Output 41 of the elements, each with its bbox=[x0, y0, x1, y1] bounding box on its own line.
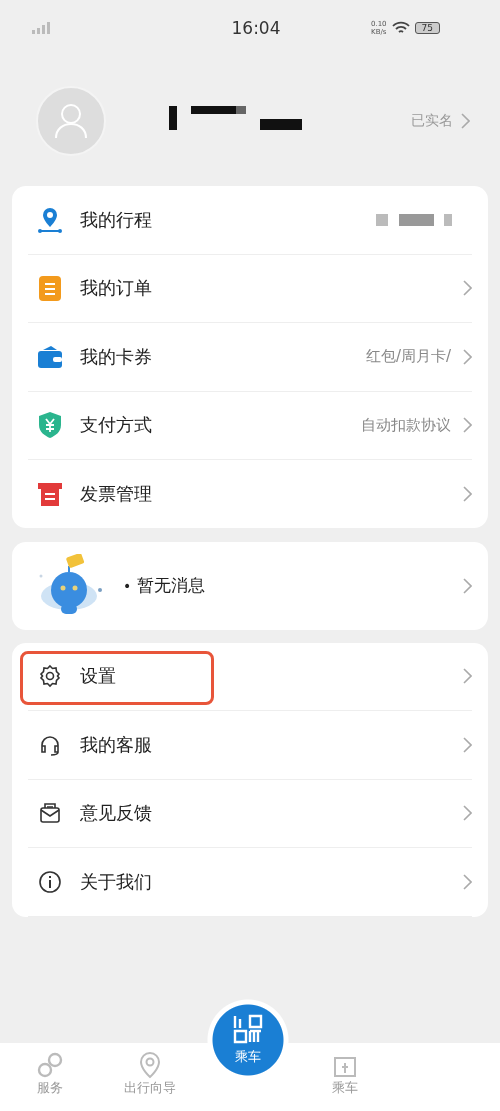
menu-label: 关于我们 bbox=[80, 869, 153, 894]
menu-label: 我的客服 bbox=[80, 732, 153, 757]
menu-label: 我的订单 bbox=[80, 276, 153, 301]
menu-label: 我的行程 bbox=[80, 207, 153, 232]
menu-item[interactable]: 意见反馈 bbox=[28, 779, 472, 848]
menu-label: 设置 bbox=[80, 664, 117, 689]
message-text: 暂无消息 bbox=[137, 574, 207, 597]
bullet: • bbox=[123, 577, 132, 594]
menu-label: 意见反馈 bbox=[80, 801, 153, 826]
menu-value: 自动扣款协议 bbox=[361, 415, 451, 435]
info-icon bbox=[38, 869, 62, 894]
menu-item[interactable]: 我的订单 bbox=[28, 254, 472, 323]
chevron-icon bbox=[463, 736, 472, 753]
message-card[interactable]: • 暂无消息 bbox=[12, 541, 488, 630]
chevron-icon bbox=[461, 113, 470, 129]
location-pin-icon bbox=[37, 205, 63, 234]
location-pin-icon bbox=[138, 1051, 162, 1079]
chevron-icon bbox=[463, 873, 472, 890]
menu-label: 支付方式 bbox=[80, 413, 153, 438]
menu-item[interactable]: 支付方式 自动扣款协议 bbox=[28, 391, 472, 460]
menu-item[interactable]: 关于我们 bbox=[28, 848, 472, 917]
battery-level: 75 bbox=[414, 22, 440, 34]
menu-item[interactable]: 我的卡券 红包/周月卡/ bbox=[28, 323, 472, 392]
menu-value: 红包/周月卡/ bbox=[365, 347, 451, 367]
settings-icon bbox=[38, 664, 62, 689]
wifi-icon bbox=[391, 21, 410, 35]
person-icon bbox=[54, 103, 88, 139]
menu-label: 发票管理 bbox=[80, 481, 153, 506]
menu-item[interactable]: 设置 bbox=[28, 642, 472, 711]
clock-time: 16:04 bbox=[230, 18, 282, 38]
clipboard-icon bbox=[37, 274, 63, 303]
menu-item[interactable]: 我的行程 bbox=[28, 186, 472, 255]
link-icon bbox=[36, 1051, 64, 1079]
yuan-shield-icon bbox=[37, 411, 63, 440]
menu-item[interactable]: 我的客服 bbox=[28, 711, 472, 780]
chevron-icon bbox=[463, 805, 472, 822]
chevron-icon bbox=[463, 668, 472, 685]
menu-item[interactable]: 发票管理 bbox=[28, 460, 472, 528]
menu-label: 我的卡券 bbox=[80, 344, 153, 369]
qr-code-icon bbox=[233, 1014, 263, 1044]
chevron-icon bbox=[463, 577, 472, 594]
